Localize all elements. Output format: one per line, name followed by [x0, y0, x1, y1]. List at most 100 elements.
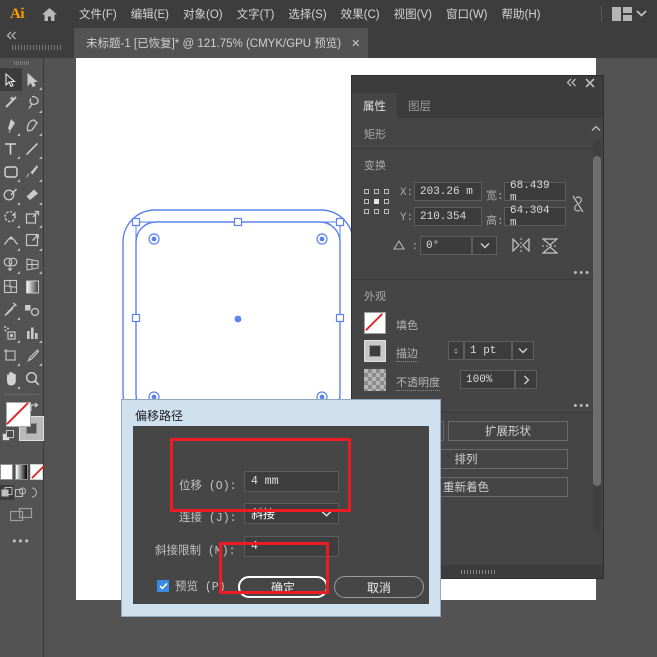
lasso-tool[interactable] [22, 91, 44, 114]
perspective-grid-tool[interactable] [22, 252, 44, 275]
column-graph-tool[interactable] [22, 321, 44, 344]
tab-properties[interactable]: 属性 [352, 93, 397, 118]
home-icon[interactable] [34, 7, 64, 22]
more-tools-button[interactable]: ••• [0, 534, 43, 548]
free-transform-tool[interactable] [22, 229, 44, 252]
tab-layers[interactable]: 图层 [397, 93, 442, 118]
menu-type[interactable]: 文字(T) [230, 2, 282, 26]
hand-tool[interactable] [0, 367, 22, 390]
eyedropper-tool[interactable] [0, 298, 22, 321]
shaper-tool[interactable] [0, 183, 22, 206]
panel-scrollbar-thumb[interactable] [593, 156, 601, 486]
panel-scroll-up-icon[interactable] [591, 124, 601, 134]
x-label: X: [400, 187, 414, 199]
stroke-black-swatch[interactable] [364, 340, 386, 362]
preview-checkbox-row[interactable]: 预览 (P) [157, 578, 226, 594]
tool-flyout-indicator [17, 155, 20, 159]
tool-flyout-indicator [38, 109, 42, 113]
blend-tool[interactable] [22, 298, 44, 321]
cancel-button[interactable]: 取消 [334, 576, 424, 598]
slice-tool[interactable] [22, 344, 44, 367]
opacity-input[interactable]: 100% [460, 370, 515, 389]
tools-panel-grip[interactable] [0, 58, 43, 68]
width-input[interactable]: 68.439 m [504, 180, 566, 204]
angle-dropdown-icon[interactable] [472, 236, 497, 255]
transform-more-options[interactable]: ••• [352, 267, 603, 279]
type-tool[interactable] [0, 137, 22, 160]
tool-flyout-indicator [38, 224, 42, 228]
curvature-tool[interactable] [22, 114, 44, 137]
eraser-tool[interactable] [22, 183, 44, 206]
collapse-panel-icon[interactable] [566, 78, 577, 90]
document-tab[interactable]: 未标题-1 [已恢复]* @ 121.75% (CMYK/GPU 预览) ✕ [74, 28, 369, 58]
line-segment-tool[interactable] [22, 137, 44, 160]
tool-flyout-indicator [17, 385, 20, 389]
color-mode-solid[interactable] [0, 464, 13, 480]
fill-none-swatch[interactable] [6, 402, 31, 427]
draw-inside-icon[interactable] [29, 485, 43, 500]
panel-scrollbar[interactable] [593, 140, 601, 530]
preview-checkbox[interactable] [157, 580, 169, 592]
default-fill-stroke-icon[interactable] [2, 430, 15, 448]
menu-object[interactable]: 对象(O) [176, 2, 230, 26]
scale-tool[interactable] [22, 206, 44, 229]
object-type-label: 矩形 [364, 129, 386, 141]
expand-shape-button[interactable]: 扩展形状 [448, 421, 568, 441]
draw-normal-icon[interactable] [0, 485, 15, 500]
none-slash-icon [365, 313, 383, 331]
stroke-label: 描边 [396, 345, 418, 362]
swap-fill-stroke-icon[interactable] [29, 400, 40, 418]
opacity-options-icon[interactable] [515, 370, 537, 389]
pen-tool[interactable] [0, 114, 22, 137]
menu-help[interactable]: 帮助(H) [495, 2, 548, 26]
menu-select[interactable]: 选择(S) [281, 2, 333, 26]
menu-effect[interactable]: 效果(C) [334, 2, 387, 26]
menu-edit[interactable]: 编辑(E) [124, 2, 176, 26]
none-slash-icon [6, 402, 29, 425]
menu-view[interactable]: 视图(V) [387, 2, 439, 26]
tool-flyout-indicator [38, 362, 42, 366]
rectangle-tool[interactable] [0, 160, 22, 183]
stroke-weight-stepper[interactable] [448, 341, 464, 360]
close-icon[interactable]: ✕ [351, 37, 360, 50]
close-panel-icon[interactable] [585, 78, 595, 91]
symbol-sprayer-tool[interactable] [0, 321, 22, 344]
transparency-grid-swatch[interactable] [364, 369, 386, 391]
stroke-weight-input[interactable]: 1 pt [464, 341, 512, 360]
artboard-tool[interactable] [0, 344, 22, 367]
link-proportions-broken-icon[interactable] [571, 195, 585, 218]
selection-tool[interactable] [0, 68, 22, 91]
flip-horizontal-icon[interactable] [512, 237, 530, 257]
height-input[interactable]: 64.304 m [504, 205, 566, 229]
angle-input[interactable]: 0° [420, 236, 472, 255]
shape-builder-tool[interactable] [0, 252, 22, 275]
chevron-down-icon[interactable] [636, 9, 647, 19]
x-input[interactable]: 203.26 m [414, 182, 482, 201]
y-input[interactable]: 210.354 [414, 207, 482, 226]
draw-behind-icon[interactable] [14, 485, 28, 500]
paintbrush-tool[interactable] [22, 160, 44, 183]
collapse-left-icon[interactable] [0, 28, 74, 58]
gradient-tool[interactable] [22, 275, 44, 298]
menu-file[interactable]: 文件(F) [72, 2, 124, 26]
rotate-tool[interactable] [0, 206, 22, 229]
flip-vertical-icon[interactable] [541, 238, 559, 259]
color-mode-none[interactable] [30, 464, 45, 480]
zoom-tool[interactable] [22, 367, 44, 390]
tool-flyout-indicator [17, 201, 20, 205]
tool-flyout-indicator [17, 362, 20, 366]
stroke-style-dropdown-icon[interactable] [512, 341, 534, 360]
direct-selection-tool[interactable] [22, 68, 44, 91]
tool-flyout-indicator [38, 339, 42, 343]
opacity-label: 不透明度 [396, 374, 440, 391]
magic-wand-tool[interactable] [0, 91, 22, 114]
width-tool[interactable] [0, 229, 22, 252]
tool-flyout-indicator [17, 247, 20, 251]
screen-mode-icon[interactable] [0, 507, 43, 523]
fill-none-swatch[interactable] [364, 312, 386, 334]
mesh-tool[interactable] [0, 275, 22, 298]
menu-window[interactable]: 窗口(W) [439, 2, 495, 26]
reference-point-selector[interactable] [364, 189, 390, 215]
workspace-layout-icon[interactable] [612, 7, 632, 21]
color-mode-gradient[interactable] [15, 464, 28, 480]
